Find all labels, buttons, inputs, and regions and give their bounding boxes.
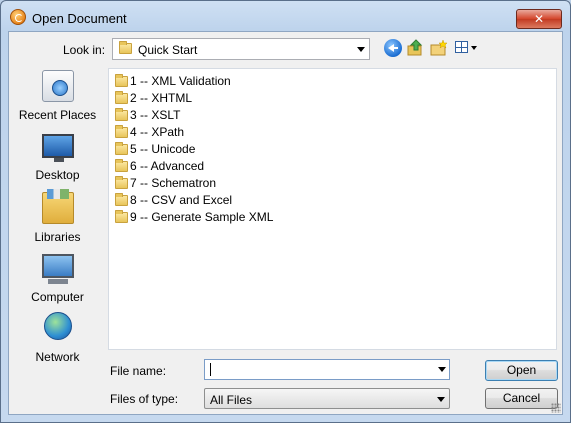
resize-grip[interactable]: [551, 403, 561, 413]
file-name: 9 -- Generate Sample XML: [130, 210, 274, 224]
place-label: Recent Places: [18, 108, 97, 122]
file-name: 2 -- XHTML: [130, 91, 193, 105]
up-folder-icon: [407, 39, 423, 56]
filename-label: File name:: [110, 364, 167, 378]
places-bar: Recent Places Desktop Libraries Computer…: [9, 68, 106, 368]
filetype-label: Files of type:: [110, 392, 179, 406]
file-name: 6 -- Advanced: [130, 159, 205, 173]
place-label: Libraries: [34, 230, 81, 244]
place-label: Desktop: [35, 168, 80, 182]
lookin-dropdown[interactable]: Quick Start: [112, 38, 370, 60]
filetype-dropdown[interactable]: All Files: [204, 388, 450, 409]
libraries-icon: [42, 189, 74, 224]
dialog-title: Open Document: [32, 11, 127, 26]
file-name: 3 -- XSLT: [130, 108, 181, 122]
place-label: Computer: [31, 290, 84, 304]
folder-icon: [115, 176, 128, 189]
title-bar[interactable]: Open Document ✕: [1, 1, 570, 31]
app-icon: [10, 9, 26, 25]
folder-icon: [115, 91, 128, 104]
chevron-down-icon[interactable]: [357, 47, 365, 52]
computer-icon: [42, 254, 74, 284]
open-document-dialog: Open Document ✕ Look in: Quick Start Rec…: [0, 0, 571, 423]
lookin-value: Quick Start: [138, 43, 198, 57]
open-button[interactable]: Open: [485, 360, 558, 381]
dialog-body: Look in: Quick Start Recent Places Deskt…: [8, 31, 563, 415]
view-menu-button[interactable]: [455, 39, 481, 57]
close-button[interactable]: ✕: [516, 9, 562, 29]
folder-icon: [115, 210, 128, 223]
folder-icon: [115, 74, 128, 87]
up-folder-button[interactable]: [407, 39, 425, 57]
new-folder-button[interactable]: [430, 39, 448, 57]
network-icon: [44, 312, 72, 340]
folder-icon: [115, 193, 128, 206]
folder-icon: [115, 159, 128, 172]
file-name: 4 -- XPath: [130, 125, 185, 139]
chevron-down-icon[interactable]: [438, 367, 446, 372]
text-caret: [210, 363, 211, 376]
file-name: 1 -- XML Validation: [130, 74, 231, 88]
file-name: 5 -- Unicode: [130, 142, 196, 156]
place-network[interactable]: Network: [9, 310, 106, 364]
chevron-down-icon[interactable]: [437, 397, 445, 402]
file-list[interactable]: 1 -- XML Validation 2 -- XHTML 3 -- XSLT…: [108, 68, 557, 350]
cancel-button[interactable]: Cancel: [485, 388, 558, 409]
folder-icon: [115, 108, 128, 121]
filename-input[interactable]: [204, 359, 450, 380]
chevron-down-icon: [471, 46, 477, 50]
new-folder-icon: [430, 39, 448, 56]
place-label: Network: [35, 350, 80, 364]
place-recent-places[interactable]: Recent Places: [9, 68, 106, 122]
folder-icon: [115, 142, 128, 155]
back-icon[interactable]: [384, 39, 402, 57]
file-name: 8 -- CSV and Excel: [130, 193, 233, 207]
folder-icon: [119, 41, 132, 54]
views-icon: [455, 41, 468, 53]
desktop-icon: [42, 134, 74, 162]
filetype-value: All Files: [210, 393, 253, 407]
recent-places-icon: [42, 70, 74, 102]
place-desktop[interactable]: Desktop: [9, 128, 106, 182]
lookin-label: Look in:: [63, 43, 106, 57]
place-computer[interactable]: Computer: [9, 250, 106, 304]
place-libraries[interactable]: Libraries: [9, 189, 106, 244]
folder-icon: [115, 125, 128, 138]
file-name: 7 -- Schematron: [130, 176, 217, 190]
